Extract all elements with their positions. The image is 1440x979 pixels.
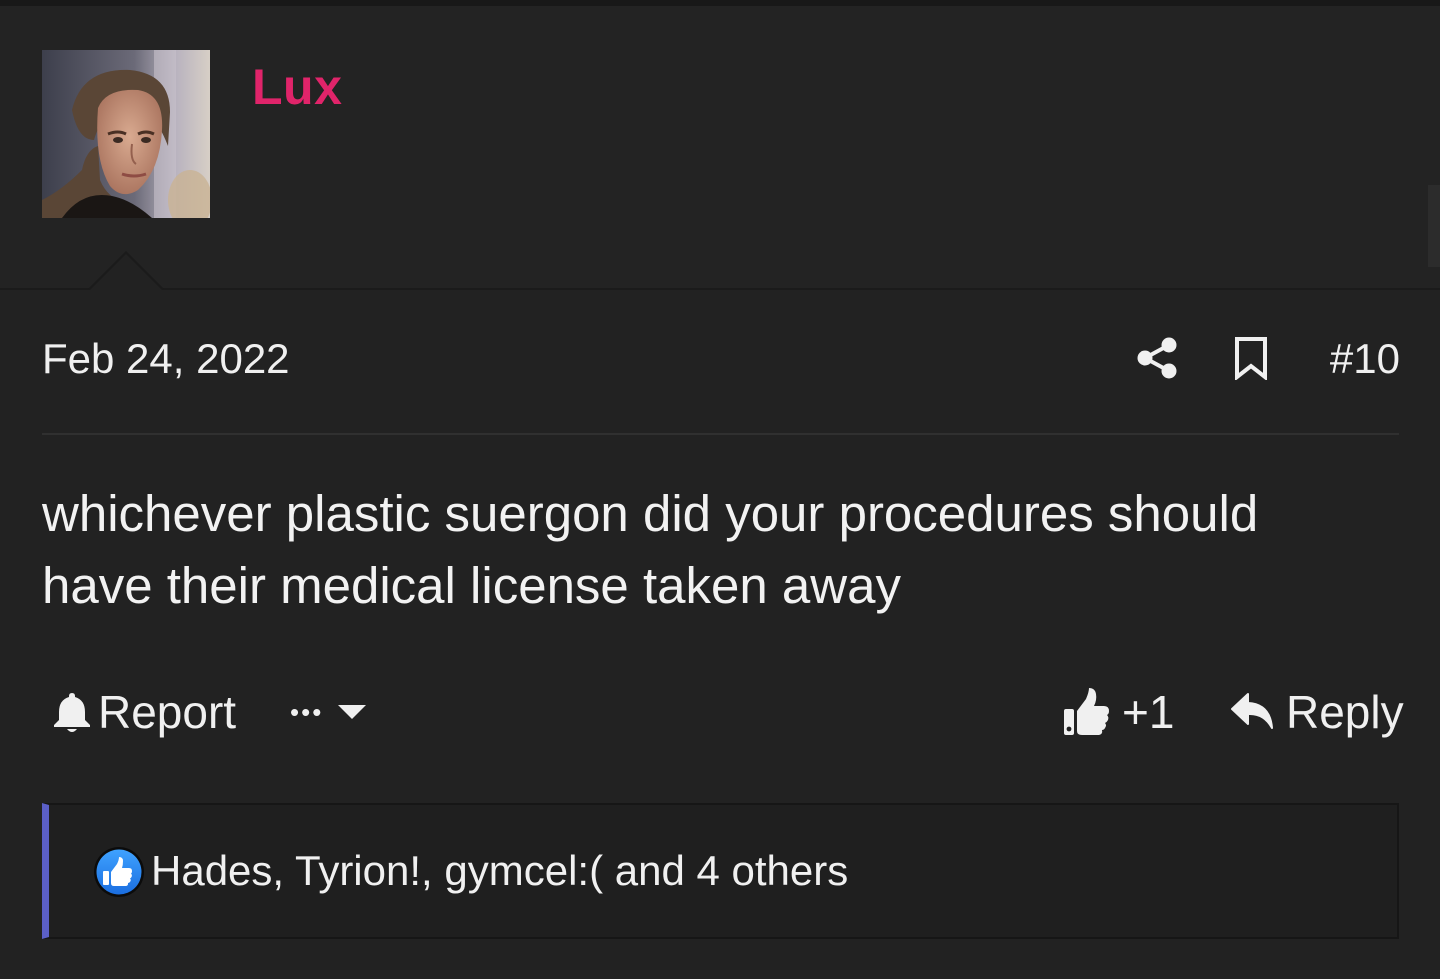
caret-down-icon — [338, 705, 367, 719]
post-user-header — [0, 6, 1440, 288]
reactions-bar[interactable]: Hades, Tyrion!, gymcel:( and 4 others — [42, 803, 1399, 939]
report-button[interactable]: Report — [52, 684, 236, 740]
thumbs-up-icon — [1064, 688, 1109, 735]
more-options-button[interactable]: ••• — [290, 684, 367, 740]
ellipsis-icon: ••• — [290, 696, 324, 727]
forum-post: Lux Feb 24, 2022 #10 whichever plastic s… — [0, 0, 1440, 979]
reply-button[interactable]: Reply — [1230, 684, 1404, 740]
post-date[interactable]: Feb 24, 2022 — [42, 335, 290, 383]
bookmark-icon[interactable] — [1233, 336, 1269, 380]
thumbs-up-icon — [94, 847, 144, 897]
reply-arrow-icon — [1231, 693, 1273, 729]
avatar[interactable] — [42, 50, 210, 218]
meta-divider — [42, 433, 1399, 435]
scrollbar-thumb[interactable] — [1428, 185, 1440, 267]
header-pointer-inner — [90, 254, 162, 290]
reply-label: Reply — [1286, 686, 1404, 738]
reactions-list[interactable]: Hades, Tyrion!, gymcel:( and 4 others — [151, 847, 848, 895]
share-icon[interactable] — [1136, 336, 1178, 380]
avatar-image — [42, 50, 210, 218]
bell-icon — [54, 693, 90, 732]
like-count: +1 — [1122, 686, 1175, 738]
like-button[interactable]: +1 — [1062, 684, 1174, 740]
post-body: whichever plastic suergon did your proce… — [42, 485, 1259, 614]
report-label: Report — [98, 686, 237, 738]
header-divider — [0, 288, 1440, 290]
username[interactable]: Lux — [252, 58, 342, 116]
post-number-link[interactable]: #10 — [1330, 335, 1400, 383]
